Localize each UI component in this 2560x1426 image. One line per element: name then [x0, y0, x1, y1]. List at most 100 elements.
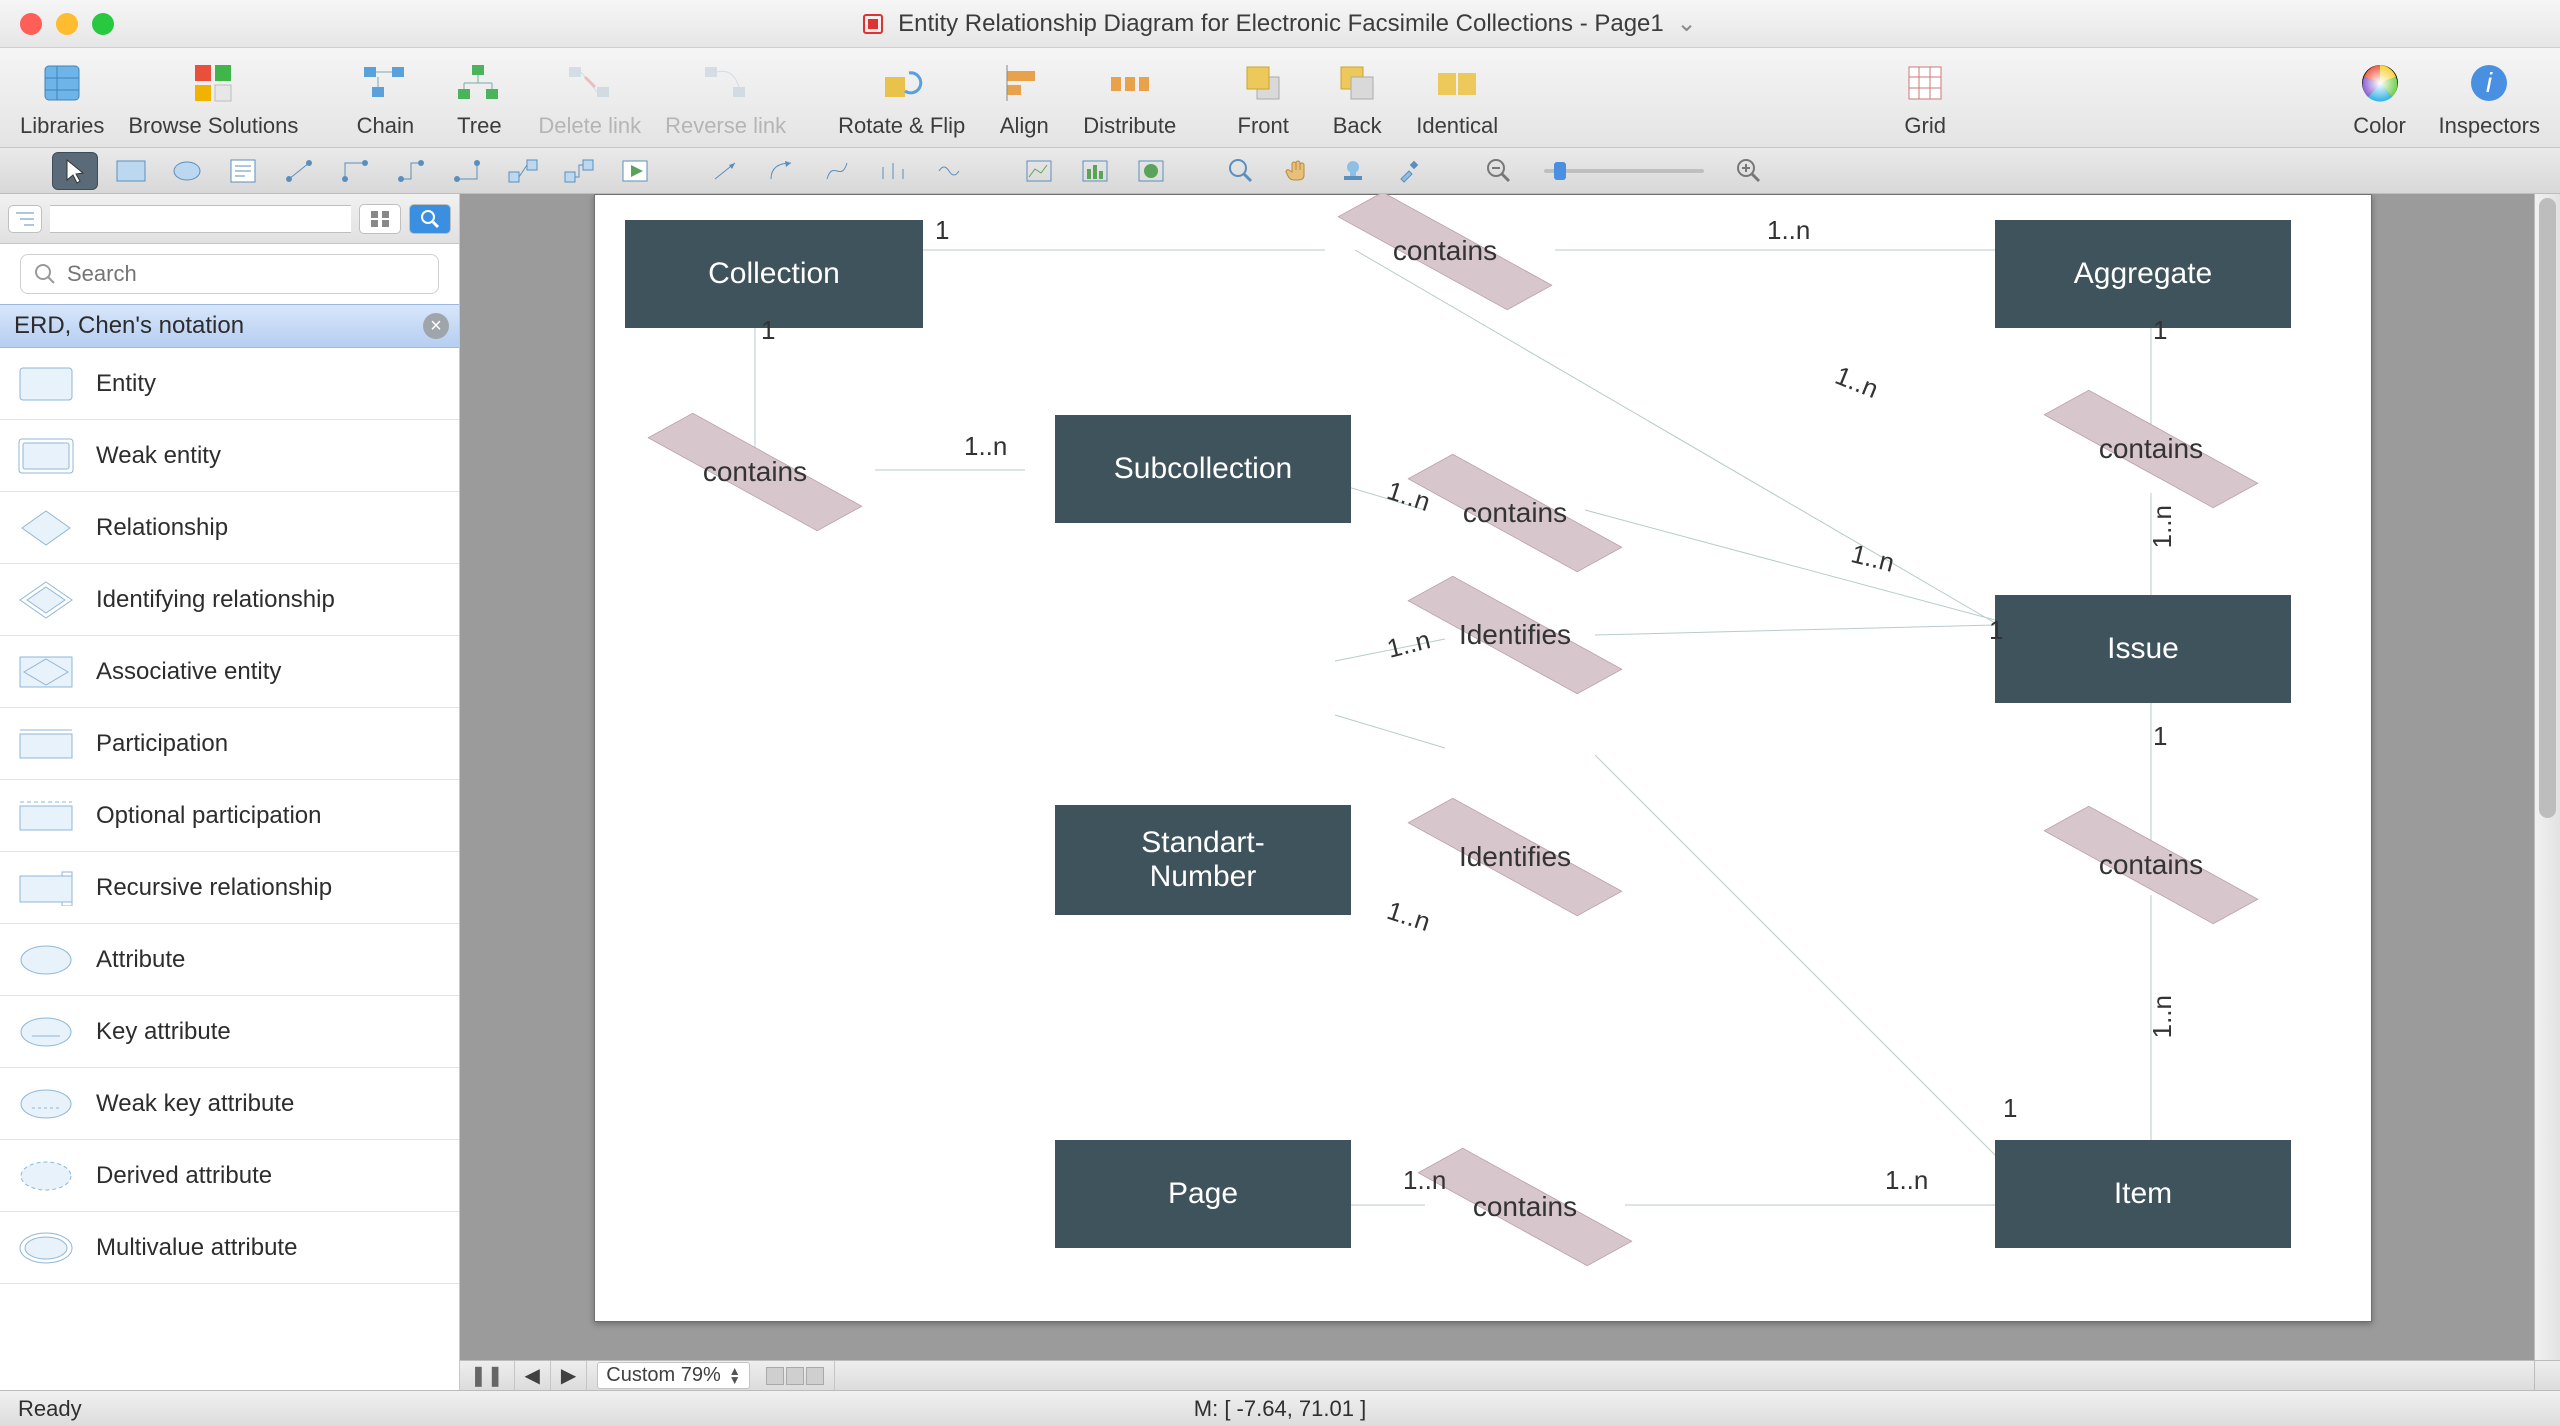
grid-view-button[interactable] [359, 204, 401, 234]
color-button[interactable]: Color [2337, 59, 2423, 139]
vertical-scrollbar[interactable] [2534, 194, 2560, 1360]
identical-button[interactable]: Identical [1408, 59, 1506, 139]
front-button[interactable]: Front [1220, 59, 1306, 139]
connector-2-tool[interactable] [332, 152, 378, 190]
line-tool-3[interactable] [814, 152, 860, 190]
page-next-button[interactable]: ▶ [551, 1361, 587, 1390]
chart-tool-3[interactable] [1128, 152, 1174, 190]
card-label: 1 [2153, 315, 2167, 346]
page-prev-button[interactable]: ◀ [515, 1361, 551, 1390]
entity-item[interactable]: Item [1995, 1140, 2291, 1248]
rel-issue-contains-item[interactable]: contains [2031, 833, 2271, 897]
stamp-tool[interactable] [1330, 152, 1376, 190]
connector-3-tool[interactable] [388, 152, 434, 190]
document-title[interactable]: Entity Relationship Diagram for Electron… [0, 9, 2560, 38]
rect-tool[interactable] [108, 152, 154, 190]
info-icon: i [2465, 59, 2513, 107]
stencil-entity[interactable]: Entity [0, 348, 459, 420]
back-button[interactable]: Back [1314, 59, 1400, 139]
entity-standart-number[interactable]: Standart- Number [1055, 805, 1351, 915]
zoom-out-button[interactable] [1476, 152, 1522, 190]
solutions-icon [189, 59, 237, 107]
stencil-recursive-relationship[interactable]: Recursive relationship [0, 852, 459, 924]
status-mouse-coords: M: [ -7.64, 71.01 ] [0, 1396, 2560, 1422]
pointer-tool[interactable] [52, 152, 98, 190]
rel-aggregate-contains-issue[interactable]: contains [2031, 417, 2271, 481]
line-tool-4[interactable] [870, 152, 916, 190]
rel-collection-contains-aggregate[interactable]: contains [1325, 219, 1565, 283]
zoom-tool[interactable] [1218, 152, 1264, 190]
rotate-flip-button[interactable]: Rotate & Flip [830, 59, 973, 139]
stencil-associative-entity[interactable]: Associative entity [0, 636, 459, 708]
grid-button[interactable]: Grid [1882, 59, 1968, 139]
entity-subcollection[interactable]: Subcollection [1055, 415, 1351, 523]
entity-collection[interactable]: Collection [625, 220, 923, 328]
stencil-weak-entity[interactable]: Weak entity [0, 420, 459, 492]
stencil-category[interactable]: ERD, Chen's notation × [0, 304, 459, 348]
stencil-multivalue-attribute[interactable]: Multivalue attribute [0, 1212, 459, 1284]
connector-5-tool[interactable] [500, 152, 546, 190]
card-label: 1 [2153, 721, 2167, 752]
chart-tool-1[interactable] [1016, 152, 1062, 190]
zoom-in-button[interactable] [1726, 152, 1772, 190]
canvas-viewport[interactable]: Collection Aggregate Subcollection Issue… [460, 194, 2534, 1360]
line-tool-1[interactable] [702, 152, 748, 190]
rel-standart-identifies-issue[interactable]: Identifies [1395, 603, 1635, 667]
ellipse-tool[interactable] [164, 152, 210, 190]
panel-sort-field[interactable] [50, 205, 351, 233]
zoom-field[interactable]: Custom 79%▲▼ [587, 1361, 834, 1390]
reverse-link-button: Reverse link [657, 59, 794, 139]
reverse-link-icon [702, 59, 750, 107]
stencil-weak-key-attribute[interactable]: Weak key attribute [0, 1068, 459, 1140]
chain-button[interactable]: Chain [342, 59, 428, 139]
line-tool-5[interactable] [926, 152, 972, 190]
stencil-key-attribute[interactable]: Key attribute [0, 996, 459, 1068]
browse-solutions-button[interactable]: Browse Solutions [120, 59, 306, 139]
text-tool[interactable] [220, 152, 266, 190]
stencil-attribute[interactable]: Attribute [0, 924, 459, 996]
canvas-page[interactable]: Collection Aggregate Subcollection Issue… [594, 194, 2372, 1322]
inspectors-button[interactable]: iInspectors [2431, 59, 2549, 139]
stencil-identifying-relationship[interactable]: Identifying relationship [0, 564, 459, 636]
rel-standart-identifies-item[interactable]: Identifies [1395, 825, 1635, 889]
align-icon [1000, 59, 1048, 107]
insert-shape-tool[interactable] [612, 152, 658, 190]
entity-page[interactable]: Page [1055, 1140, 1351, 1248]
panel-search [0, 244, 459, 304]
stencil-derived-attribute[interactable]: Derived attribute [0, 1140, 459, 1212]
rel-collection-contains-subcollection[interactable]: contains [635, 440, 875, 504]
line-tool-2[interactable] [758, 152, 804, 190]
tree-button[interactable]: Tree [436, 59, 522, 139]
eyedropper-tool[interactable] [1386, 152, 1432, 190]
panel-header [0, 194, 459, 244]
entity-issue[interactable]: Issue [1995, 595, 2291, 703]
search-input[interactable] [20, 254, 439, 294]
titlebar: Entity Relationship Diagram for Electron… [0, 0, 2560, 48]
connector-1-tool[interactable] [276, 152, 322, 190]
card-label: 1..n [2147, 995, 2178, 1038]
card-label: 1..n [1403, 1165, 1446, 1196]
pause-button[interactable]: ❚❚ [460, 1361, 515, 1390]
tree-toggle-button[interactable] [8, 205, 42, 233]
delete-link-icon [566, 59, 614, 107]
identical-icon [1433, 59, 1481, 107]
chart-tool-2[interactable] [1072, 152, 1118, 190]
resize-grip[interactable] [2534, 1360, 2560, 1390]
stencil-relationship[interactable]: Relationship [0, 492, 459, 564]
libraries-button[interactable]: Libraries [12, 59, 112, 139]
entity-aggregate[interactable]: Aggregate [1995, 220, 2291, 328]
stencil-optional-participation[interactable]: Optional participation [0, 780, 459, 852]
connector-4-tool[interactable] [444, 152, 490, 190]
chain-icon [361, 59, 409, 107]
stencil-participation[interactable]: Participation [0, 708, 459, 780]
zoom-slider[interactable] [1532, 169, 1716, 173]
pan-tool[interactable] [1274, 152, 1320, 190]
connector-6-tool[interactable] [556, 152, 602, 190]
align-button[interactable]: Align [981, 59, 1067, 139]
card-label: 1 [1989, 615, 2003, 646]
close-category-button[interactable]: × [423, 313, 449, 339]
unit-buttons[interactable] [766, 1367, 824, 1385]
distribute-button[interactable]: Distribute [1075, 59, 1184, 139]
search-view-button[interactable] [409, 204, 451, 234]
chevron-down-icon: ⌄ [1676, 10, 1696, 37]
